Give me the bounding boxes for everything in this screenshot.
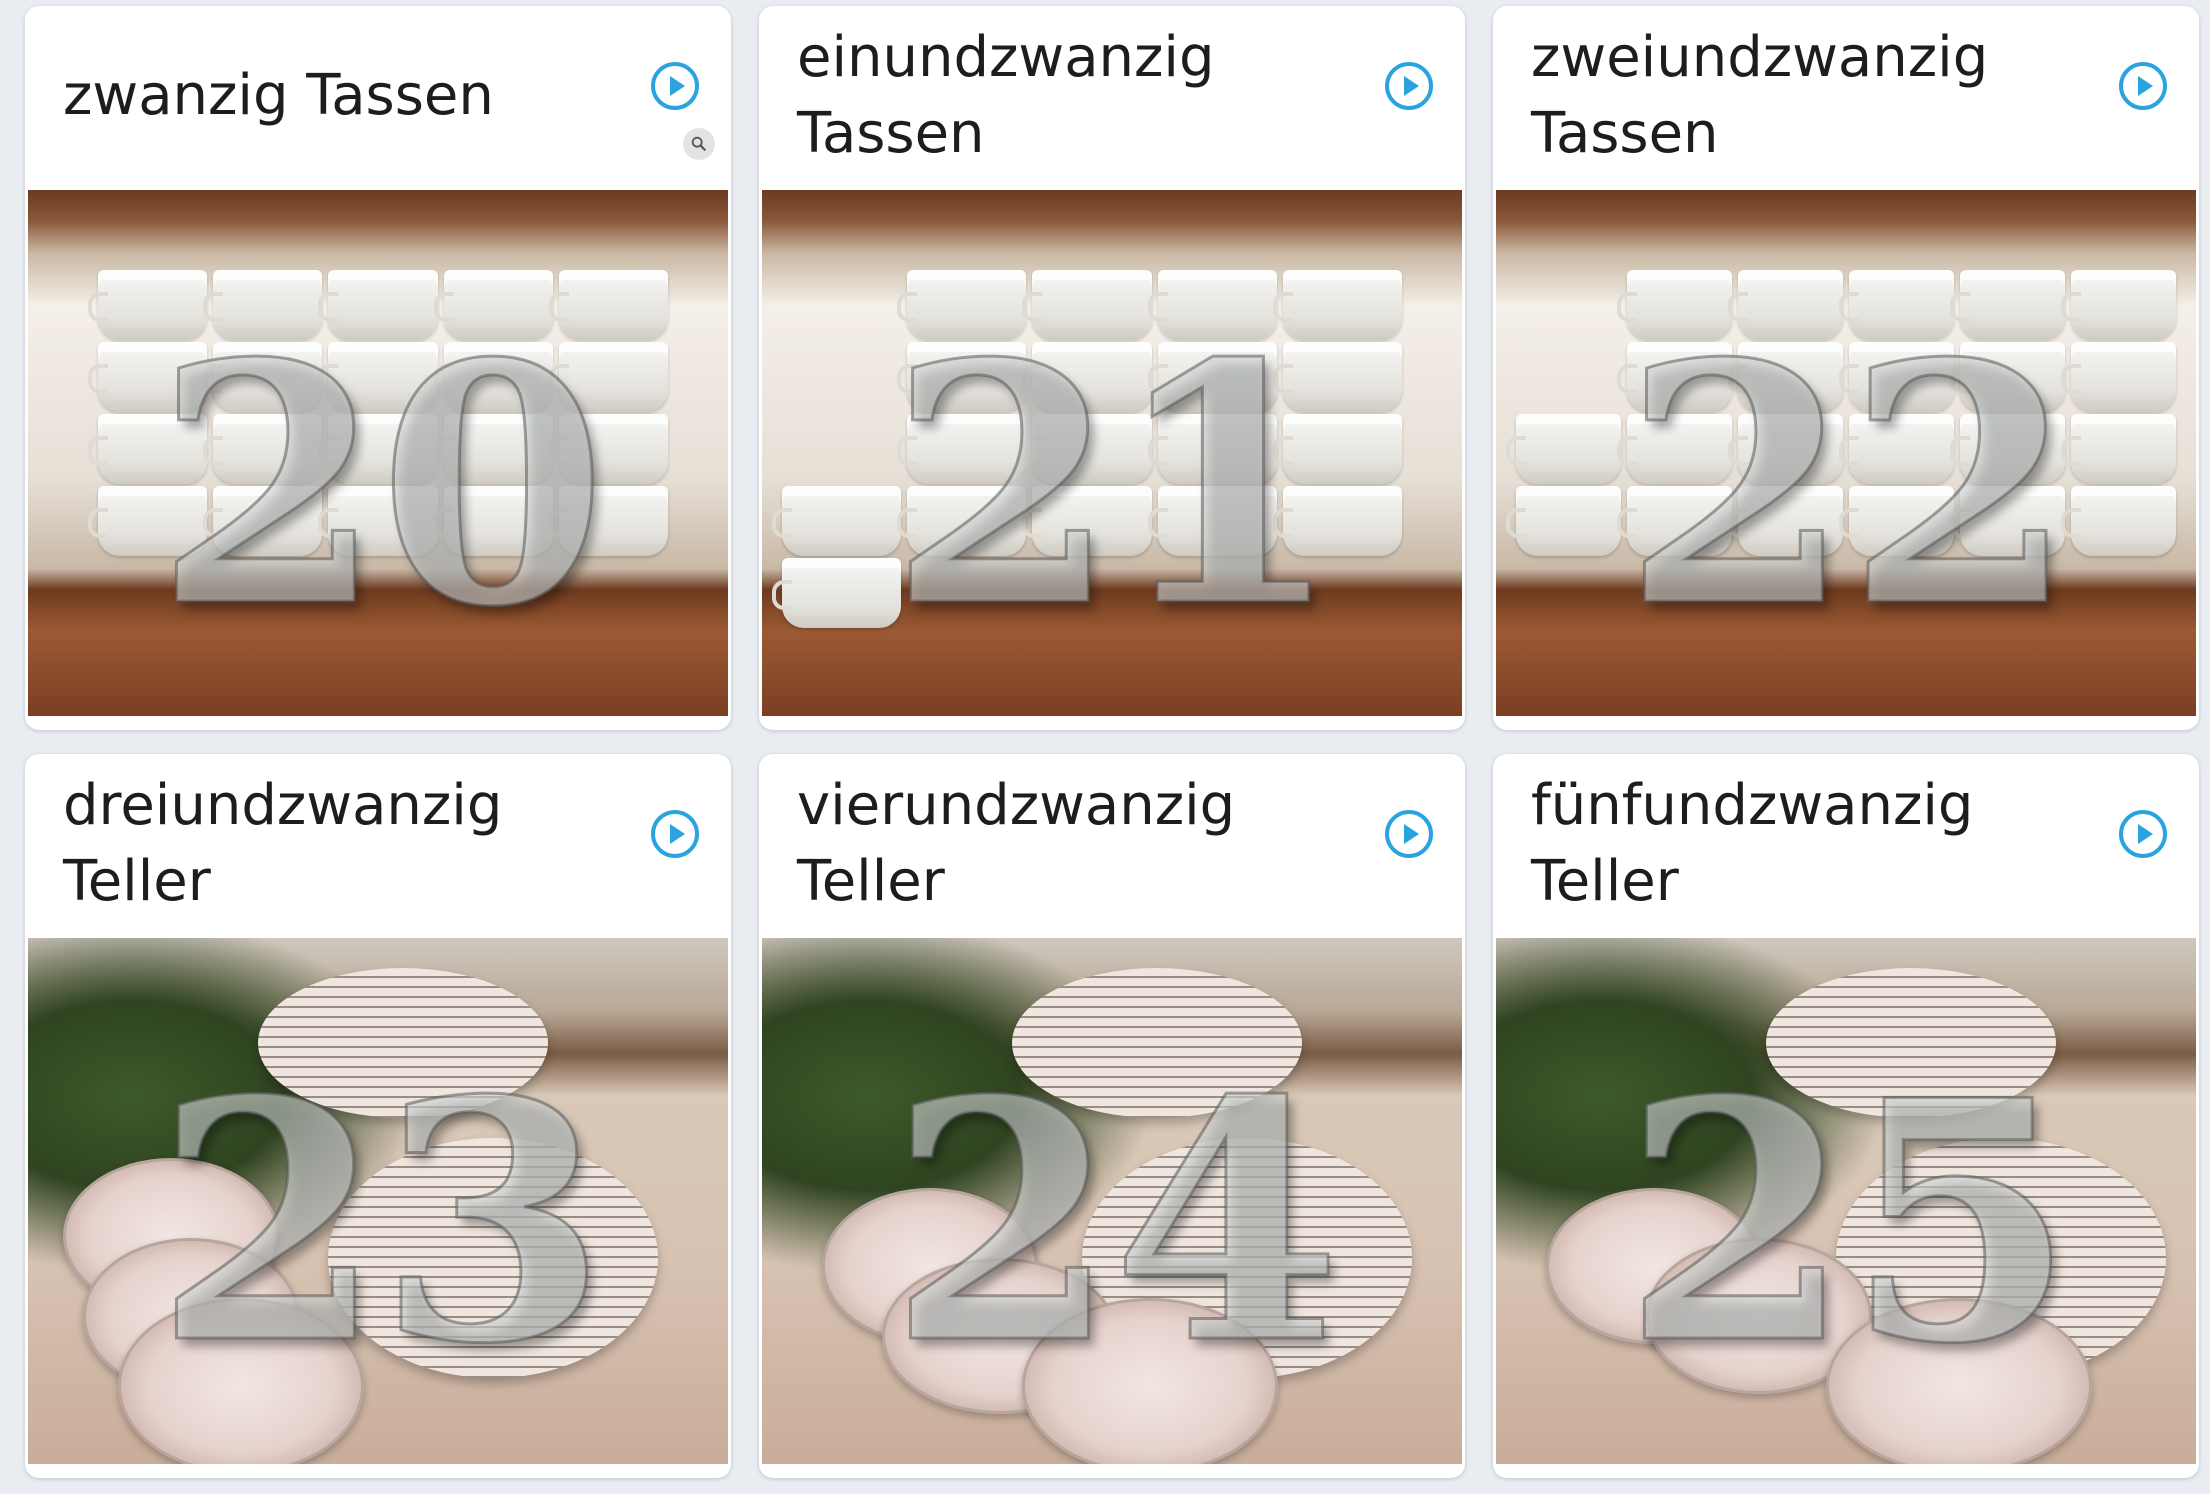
card-title: zwanzig Tassen — [63, 63, 494, 128]
number-overlay: 25 — [1621, 1028, 2077, 1417]
play-audio-button[interactable] — [651, 62, 699, 110]
card-image[interactable]: 22 — [1496, 190, 2196, 716]
card-image[interactable]: 23 — [28, 938, 728, 1464]
play-audio-button[interactable] — [2119, 62, 2167, 110]
card-title: zweiundzwanzig Tassen — [1531, 25, 1989, 166]
play-audio-button[interactable] — [1385, 810, 1433, 858]
magnify-icon — [691, 136, 707, 152]
flashcard-25[interactable]: fünfundzwanzig Teller 25 — [1493, 754, 2199, 1478]
card-title: einundzwanzig Tassen — [797, 25, 1215, 166]
flashcard-21[interactable]: einundzwanzig Tassen 21 — [759, 6, 1465, 730]
play-audio-button[interactable] — [1385, 62, 1433, 110]
card-title: fünfundzwanzig Teller — [1531, 773, 1974, 914]
flashcard-24[interactable]: vierundzwanzig Teller 24 — [759, 754, 1465, 1478]
card-image[interactable]: 24 — [762, 938, 1462, 1464]
card-title: vierundzwanzig Teller — [797, 773, 1236, 914]
play-audio-button[interactable] — [651, 810, 699, 858]
card-image[interactable]: 21 — [762, 190, 1462, 716]
play-audio-button[interactable] — [2119, 810, 2167, 858]
zoom-button[interactable] — [683, 128, 715, 160]
flashcard-20[interactable]: zwanzig Tassen 20 — [25, 6, 731, 730]
card-image[interactable]: 20 — [28, 190, 728, 716]
card-title: dreiundzwanzig Teller — [63, 773, 503, 914]
number-overlay: 20 — [153, 290, 609, 679]
number-overlay: 22 — [1621, 290, 2077, 679]
card-image[interactable]: 25 — [1496, 938, 2196, 1464]
flashcard-23[interactable]: dreiundzwanzig Teller 23 — [25, 754, 731, 1478]
number-overlay: 21 — [887, 290, 1343, 679]
number-overlay: 24 — [887, 1028, 1343, 1417]
number-overlay: 23 — [153, 1028, 609, 1417]
flashcard-22[interactable]: zweiundzwanzig Tassen 22 — [1493, 6, 2199, 730]
